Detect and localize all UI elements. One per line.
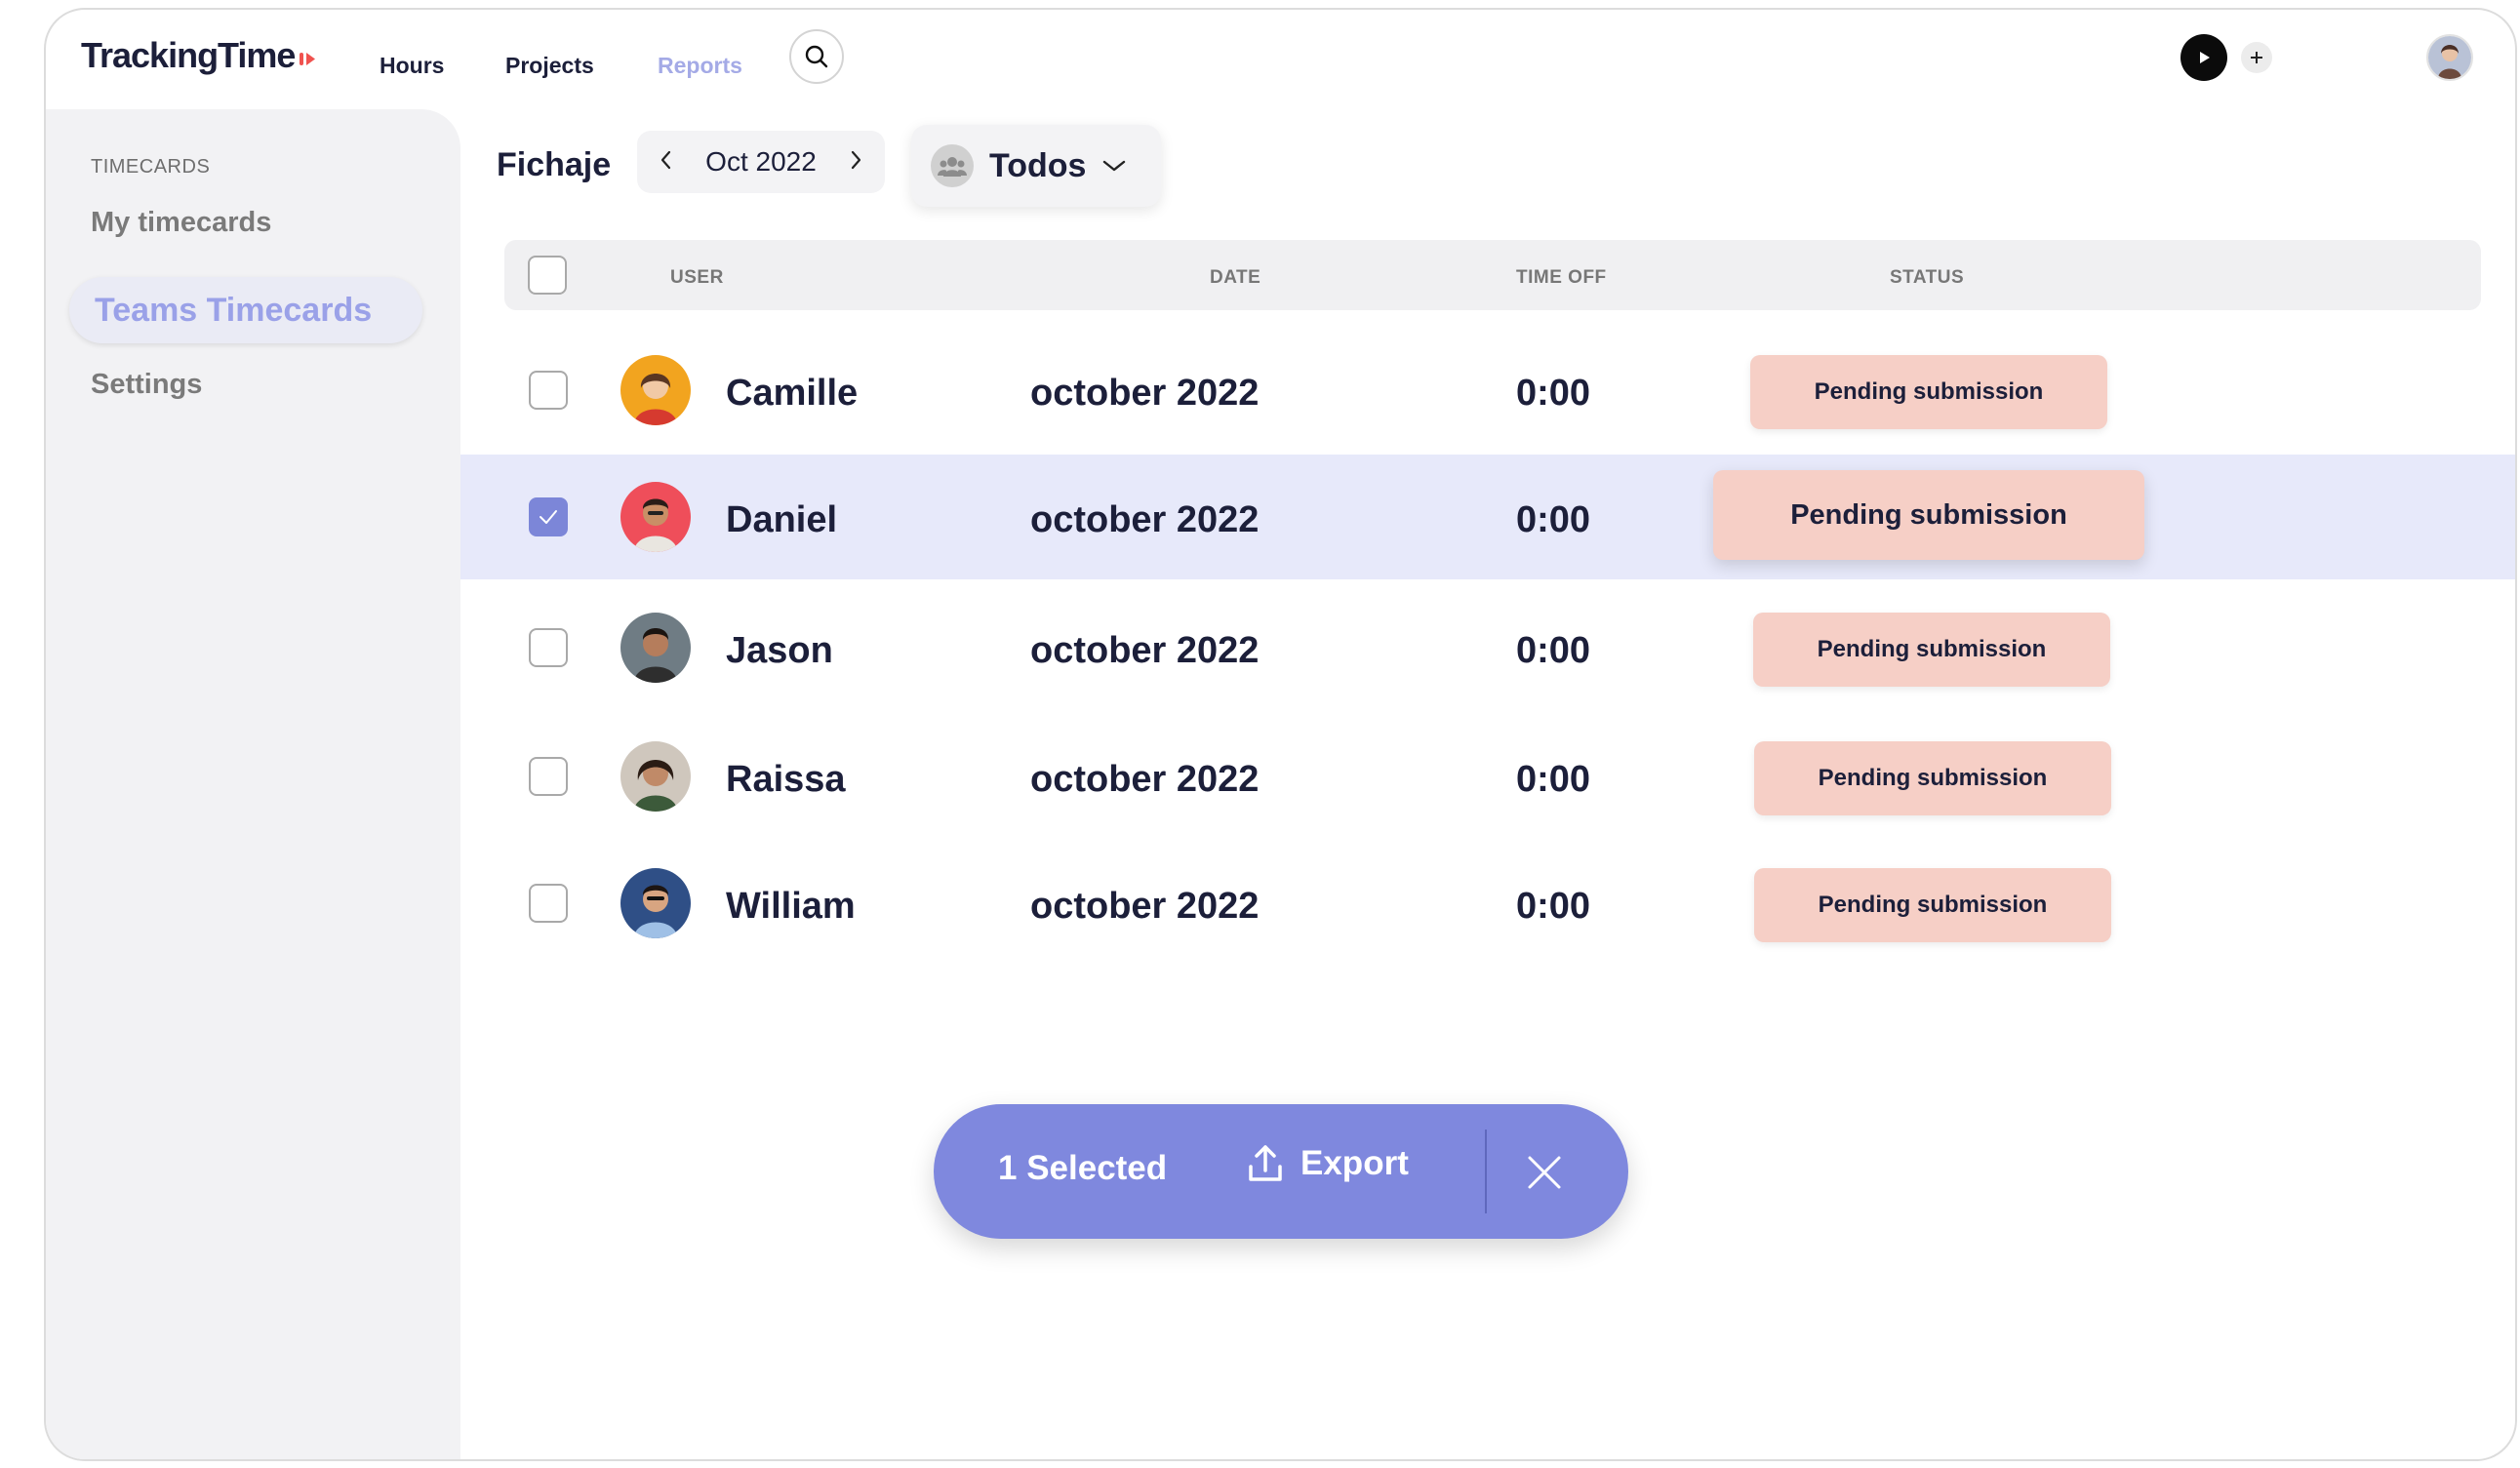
row-time-off: 0:00 (1516, 499, 1591, 540)
app-window: TrackingTime Hours Projects Reports TIME… (44, 8, 2517, 1461)
row-checkbox[interactable] (529, 884, 568, 923)
search-icon (805, 45, 828, 68)
row-time-off: 0:00 (1516, 759, 1591, 800)
nav-reports[interactable]: Reports (658, 53, 742, 79)
top-bar: TrackingTime Hours Projects Reports (46, 10, 2515, 107)
user-photo-icon (620, 741, 691, 812)
search-button[interactable] (789, 29, 844, 84)
group-icon (931, 144, 974, 187)
user-photo-icon (620, 868, 691, 938)
month-label: Oct 2022 (705, 146, 817, 177)
table-row[interactable]: William october 2022 0:00 Pending submis… (460, 841, 2515, 966)
status-badge[interactable]: Pending submission (1750, 355, 2107, 429)
column-header-date[interactable]: DATE (1210, 267, 1260, 289)
table-header: USER DATE TIME OFF STATUS (504, 240, 2481, 310)
row-checkbox[interactable] (529, 757, 568, 796)
user-photo-icon (620, 613, 691, 683)
row-date: october 2022 (1030, 630, 1260, 671)
selected-count: 1 Selected (998, 1149, 1168, 1187)
row-time-off: 0:00 (1516, 630, 1591, 671)
user-name[interactable]: Raissa (726, 759, 846, 801)
checkmark-icon (540, 510, 557, 524)
chevron-left-icon[interactable] (659, 148, 674, 176)
chevron-right-icon[interactable] (848, 148, 863, 176)
avatar (620, 355, 691, 425)
table-row[interactable]: Raissa october 2022 0:00 Pending submiss… (460, 714, 2515, 839)
row-date: october 2022 (1030, 759, 1260, 800)
table-row[interactable]: Daniel october 2022 0:00 Pending submiss… (460, 455, 2515, 579)
sidebar-item-label: Teams Timecards (95, 291, 373, 329)
user-avatar[interactable] (2426, 34, 2473, 81)
user-name[interactable]: Daniel (726, 499, 837, 541)
table-row[interactable]: Camille october 2022 0:00 Pending submis… (460, 328, 2515, 453)
status-badge[interactable]: Pending submission (1713, 470, 2144, 560)
close-icon (1528, 1156, 1561, 1189)
column-header-status[interactable]: STATUS (1890, 267, 1964, 289)
column-header-time-off[interactable]: TIME OFF (1516, 267, 1607, 289)
play-icon (2200, 52, 2210, 63)
row-checkbox[interactable] (529, 497, 568, 536)
avatar (620, 868, 691, 938)
chevron-down-icon (1103, 160, 1126, 172)
nav-hours[interactable]: Hours (380, 53, 444, 79)
logo-mark-icon (300, 53, 316, 65)
row-time-off: 0:00 (1516, 886, 1591, 927)
user-photo-icon (620, 482, 691, 552)
sidebar-heading: TIMECARDS (91, 156, 211, 178)
selection-action-bar: 1 Selected Export (934, 1104, 1628, 1239)
user-name[interactable]: Jason (726, 630, 833, 672)
add-entry-button[interactable] (2241, 42, 2272, 73)
user-photo-icon (620, 355, 691, 425)
group-filter-dropdown[interactable]: Todos (911, 125, 1161, 207)
row-date: october 2022 (1030, 499, 1260, 540)
row-checkbox[interactable] (529, 628, 568, 667)
divider (1485, 1130, 1487, 1213)
export-label: Export (1300, 1144, 1409, 1182)
export-button[interactable]: Export (1246, 1143, 1409, 1184)
group-filter-label: Todos (989, 146, 1087, 184)
sidebar-item-settings[interactable]: Settings (91, 369, 202, 401)
row-date: october 2022 (1030, 886, 1260, 927)
avatar (620, 741, 691, 812)
sidebar-item-my-timecards[interactable]: My timecards (91, 207, 271, 239)
start-timer-button[interactable] (2180, 34, 2227, 81)
avatar (620, 613, 691, 683)
status-badge[interactable]: Pending submission (1754, 741, 2111, 815)
row-time-off: 0:00 (1516, 373, 1591, 414)
page-title: Fichaje (497, 146, 612, 183)
month-picker: Oct 2022 (637, 131, 885, 193)
avatar (620, 482, 691, 552)
row-date: october 2022 (1030, 373, 1260, 414)
status-badge[interactable]: Pending submission (1753, 613, 2110, 687)
sidebar-item-teams-timecards[interactable]: Teams Timecards (69, 277, 422, 343)
user-name[interactable]: William (726, 886, 856, 928)
clear-selection-button[interactable] (1519, 1147, 1570, 1198)
column-header-user[interactable]: USER (670, 267, 724, 289)
nav-projects[interactable]: Projects (505, 53, 594, 79)
upload-icon (1249, 1145, 1282, 1181)
select-all-checkbox[interactable] (528, 256, 567, 295)
app-logo[interactable]: TrackingTime (81, 35, 316, 76)
table-row[interactable]: Jason october 2022 0:00 Pending submissi… (460, 585, 2515, 710)
user-avatar-icon (2428, 36, 2471, 79)
row-checkbox[interactable] (529, 371, 568, 410)
user-name[interactable]: Camille (726, 373, 858, 415)
logo-text: TrackingTime (81, 35, 296, 75)
status-badge[interactable]: Pending submission (1754, 868, 2111, 942)
sidebar: TIMECARDS My timecards Teams Timecards S… (46, 109, 460, 1459)
plus-icon (2251, 52, 2262, 63)
